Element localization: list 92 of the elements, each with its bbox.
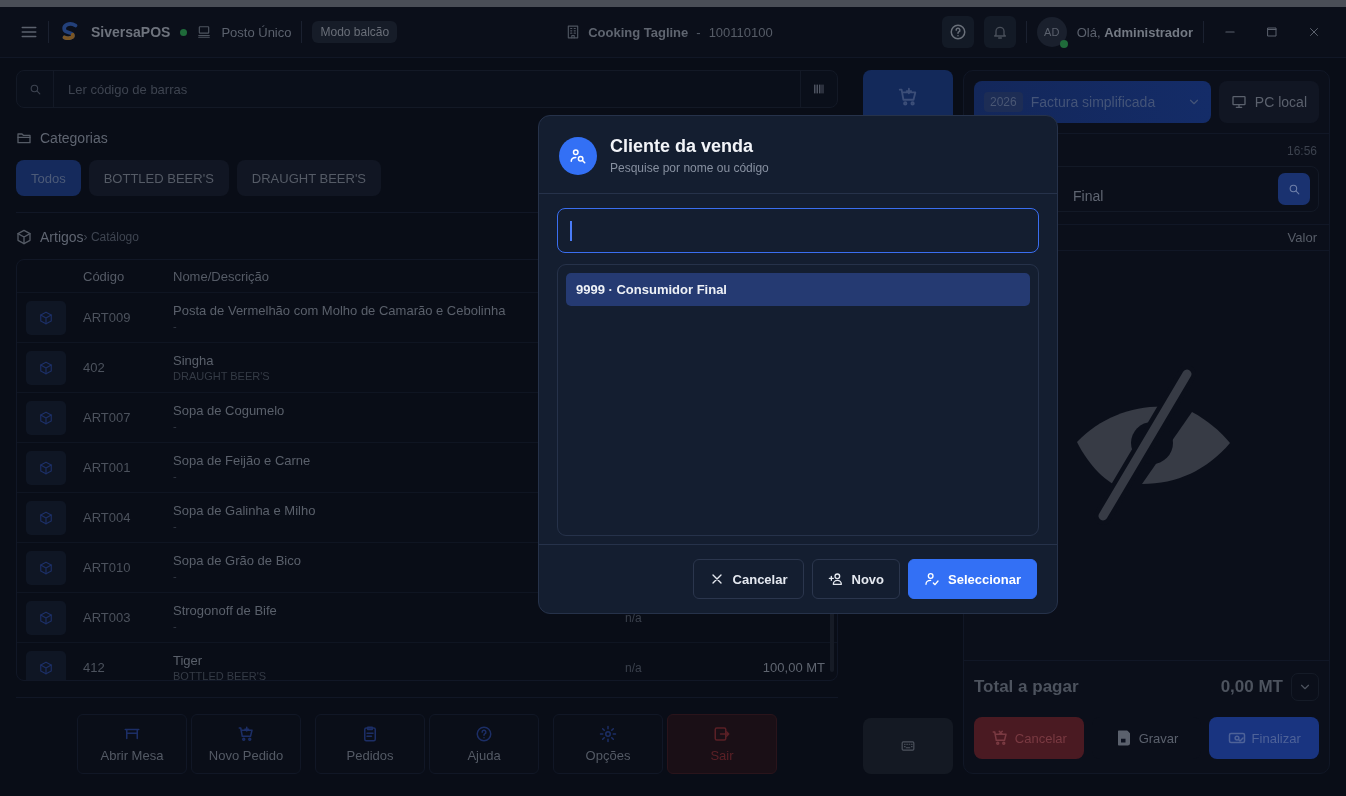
article-description: - — [173, 520, 178, 532]
total-amount: 0,00 MT — [1220, 677, 1283, 697]
app-name: SiversaPOS — [91, 24, 171, 40]
article-name: Sopa de Feijão e Carne — [173, 453, 312, 468]
station-name: Posto Único — [221, 24, 292, 40]
column-header: Valor — [1287, 230, 1317, 245]
bell-icon — [991, 24, 1008, 40]
monitor-icon — [1230, 94, 1247, 110]
company-code: 100110100 — [708, 24, 773, 40]
mode-badge: Modo balcão — [312, 21, 398, 43]
section-title: Artigos — [40, 229, 84, 245]
cube-icon — [16, 229, 32, 245]
article-name: Sopa de Galinha e Milho — [173, 503, 317, 518]
building-icon — [566, 24, 581, 40]
maximize-icon — [1266, 26, 1278, 38]
gear-icon — [599, 725, 617, 743]
category-chip[interactable]: BOTTLED BEER'S — [88, 160, 229, 196]
category-chip[interactable]: Todos — [16, 160, 81, 196]
user-check-icon — [924, 571, 940, 587]
article-description: - — [173, 320, 178, 332]
article-code: ART009 — [83, 310, 131, 325]
article-description: - — [173, 420, 178, 432]
help-icon — [475, 725, 493, 743]
article-description: - — [173, 470, 178, 482]
article-code: ART007 — [83, 410, 131, 425]
article-name: Singha — [173, 353, 215, 368]
close-icon — [1308, 26, 1320, 38]
greeting-text: Olá, Administrador — [1076, 24, 1193, 40]
toolbar-button[interactable]: Abrir Mesa — [77, 714, 187, 774]
price-value: 100,00 MT — [762, 660, 825, 675]
cube-glyph-icon — [39, 560, 53, 575]
section-title: Categorias — [40, 130, 108, 146]
toolbar-button[interactable]: Sair — [667, 714, 777, 774]
article-code: ART001 — [83, 460, 131, 475]
printer-button[interactable]: PC local — [1218, 81, 1319, 123]
search-icon — [28, 82, 42, 96]
user-plus-icon — [827, 571, 844, 587]
cube-glyph-icon — [39, 360, 53, 375]
keyboard-icon — [899, 739, 917, 753]
article-description: - — [173, 570, 178, 582]
barcode-icon — [811, 83, 827, 95]
user-avatar[interactable]: AD — [1036, 17, 1067, 47]
cart-plus-icon — [897, 86, 919, 108]
cart-plus-icon — [237, 725, 255, 743]
article-code: 402 — [83, 360, 105, 375]
dialog-title: Cliente da venda — [610, 136, 755, 157]
clipboard-icon — [361, 725, 379, 743]
toolbar-button[interactable]: Novo Pedido — [191, 714, 301, 774]
article-name: Strogonoff de Bife — [173, 603, 278, 618]
cube-glyph-icon — [39, 660, 53, 675]
search-icon — [1287, 182, 1301, 196]
expand-button[interactable] — [1291, 673, 1319, 701]
column-header: Código — [83, 268, 125, 284]
dialog-button[interactable]: Cancelar — [692, 559, 804, 599]
notifications-button[interactable] — [983, 16, 1016, 48]
article-name: Sopa de Cogumelo — [173, 403, 286, 418]
result-item[interactable]: 9999 · Consumidor Final — [566, 273, 1030, 306]
article-name: Tiger — [173, 653, 204, 668]
cart-remove-icon — [990, 729, 1009, 747]
help-button[interactable] — [941, 16, 974, 48]
toolbar-button[interactable]: Pedidos — [315, 714, 425, 774]
dialog-button[interactable]: Seleccionar — [908, 559, 1037, 599]
user-search-glyph-icon — [569, 146, 587, 165]
article-code: ART004 — [83, 510, 131, 525]
logout-icon — [713, 725, 731, 743]
company-name: Cooking Tagline — [588, 24, 689, 40]
cube-glyph-icon — [39, 610, 53, 625]
toolbar-button[interactable]: Opções — [553, 714, 663, 774]
dialog-subtitle: Pesquise por nome ou código — [610, 161, 769, 175]
search-field[interactable] — [557, 208, 1039, 253]
separator-text: - — [696, 24, 701, 40]
dialog-button[interactable]: Novo — [811, 559, 900, 599]
cube-glyph-icon — [39, 310, 53, 325]
computer-icon — [197, 25, 212, 39]
article-code: 412 — [83, 660, 105, 675]
article-name: Sopa de Grão de Bico — [173, 553, 302, 568]
help-icon — [948, 23, 967, 41]
column-header: Nome/Descrição — [173, 268, 270, 284]
cube-glyph-icon — [39, 410, 53, 425]
article-name: Posta de Vermelhão com Molho de Camarão e Cebolinha — [173, 303, 507, 318]
article-code: ART010 — [83, 560, 131, 575]
keyboard-button[interactable] — [863, 718, 953, 774]
article-code: ART003 — [83, 610, 131, 625]
category-chip[interactable]: DRAUGHT BEER'S — [236, 160, 382, 196]
article-description: - — [173, 620, 178, 632]
folder-icon — [16, 130, 32, 146]
toolbar-button[interactable]: Ajuda — [429, 714, 539, 774]
cube-glyph-icon — [39, 460, 53, 475]
total-label: Total a pagar — [974, 677, 1080, 697]
cube-glyph-icon — [39, 510, 53, 525]
breadcrumb-text: › Catálogo — [83, 230, 139, 244]
search-button[interactable] — [1278, 173, 1310, 205]
